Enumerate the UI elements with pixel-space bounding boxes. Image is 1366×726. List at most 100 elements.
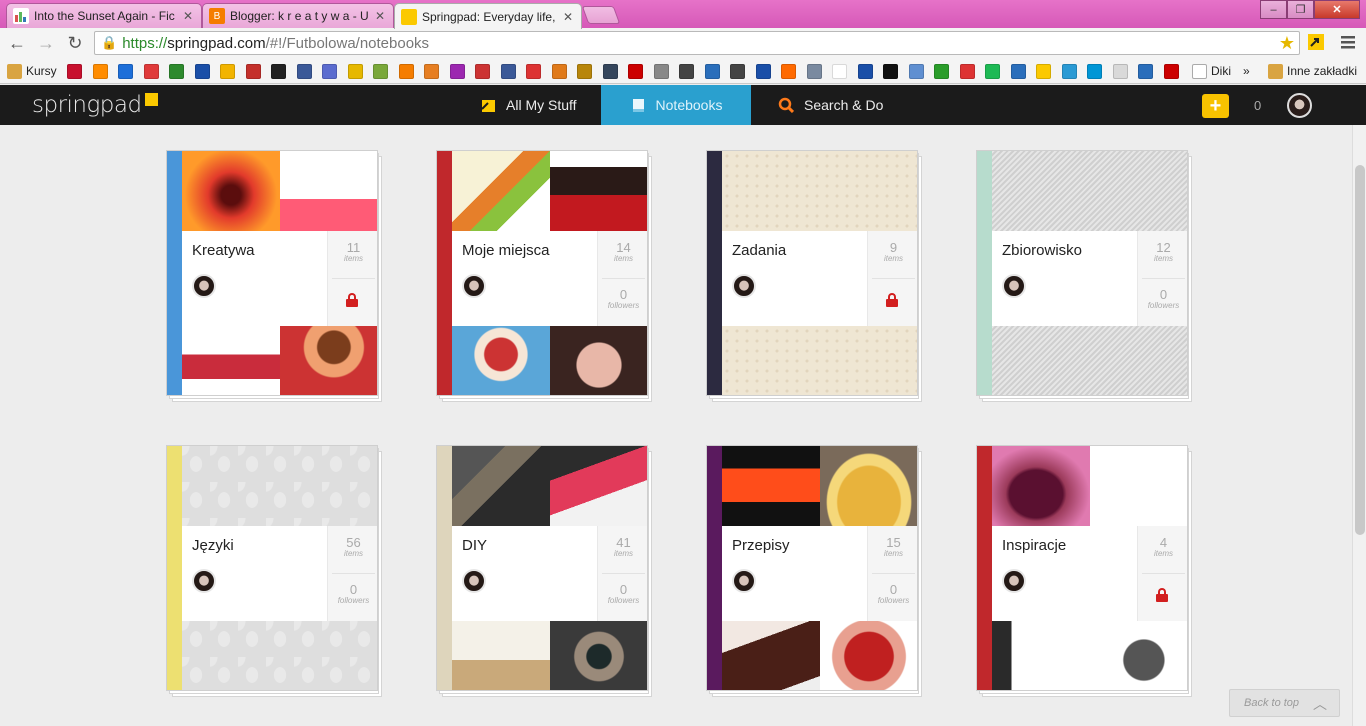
notebook-cover[interactable]: Języki 56 items 0 followers <box>166 445 378 691</box>
bookmark-favicon-icon[interactable] <box>526 63 545 79</box>
bookmark-favicon-icon[interactable] <box>322 63 341 79</box>
reload-icon[interactable]: ↻ <box>64 32 86 54</box>
bookmark-favicon-icon[interactable] <box>755 63 775 79</box>
bookmark-favicon-icon[interactable] <box>577 63 596 79</box>
bookmark-favicon-icon[interactable] <box>67 63 86 79</box>
bookmark-favicon-icon[interactable] <box>1010 63 1030 79</box>
bookmark-favicon-icon[interactable] <box>832 63 851 79</box>
bookmark-favicon-icon[interactable] <box>271 63 290 79</box>
notebook-title[interactable]: Inspiracje <box>1002 537 1066 554</box>
bookmark-favicon-icon[interactable] <box>857 63 877 79</box>
notebook-card[interactable]: DIY 41 items 0 followers <box>436 445 652 697</box>
notebook-cover[interactable]: Moje miejsca 14 items 0 followers <box>436 150 648 396</box>
bookmark-favicon-icon[interactable] <box>934 63 953 79</box>
bookmark-favicon-icon[interactable] <box>883 63 902 79</box>
notebook-card[interactable]: Zadania 9 items <box>706 150 922 402</box>
bookmark-favicon-icon[interactable] <box>653 63 673 79</box>
chrome-menu-icon[interactable] <box>1338 32 1358 52</box>
new-tab-button[interactable] <box>581 6 621 24</box>
bookmark-favicon-icon[interactable] <box>143 63 163 79</box>
bookmark-favicon-icon[interactable] <box>1112 63 1132 79</box>
springpad-logo[interactable]: springpad <box>32 92 158 118</box>
notebook-cover[interactable]: Przepisy 15 items 0 followers <box>706 445 918 691</box>
notebook-title[interactable]: Moje miejsca <box>462 242 550 259</box>
notebook-cover[interactable]: Zbiorowisko 12 items 0 followers <box>976 150 1188 396</box>
bookmark-favicon-icon[interactable] <box>424 63 443 79</box>
close-tab-icon[interactable]: ✕ <box>183 9 195 23</box>
notebook-title[interactable]: Zadania <box>732 242 786 259</box>
bookmark-favicon-icon[interactable] <box>245 63 265 79</box>
notebook-card[interactable]: Języki 56 items 0 followers <box>166 445 382 697</box>
bookmark-favicon-icon[interactable] <box>1061 63 1081 79</box>
bookmark-favicon-icon[interactable] <box>296 63 316 79</box>
bookmark-favicon-icon[interactable] <box>908 63 928 79</box>
bookmark-favicon-icon[interactable] <box>1138 63 1157 79</box>
bookmark-favicon-icon[interactable] <box>628 63 647 79</box>
bookmark-favicon-icon[interactable] <box>551 63 571 79</box>
notebook-cover[interactable]: Kreatywa 11 items <box>166 150 378 396</box>
notebook-card[interactable]: Moje miejsca 14 items 0 followers <box>436 150 652 402</box>
notebook-card[interactable]: Zbiorowisko 12 items 0 followers <box>976 150 1192 402</box>
bookmark-overflow-chevron[interactable]: » <box>1243 63 1250 79</box>
close-tab-icon[interactable]: ✕ <box>375 9 387 23</box>
page-scrollbar[interactable] <box>1352 125 1366 726</box>
bookmark-favicon-icon[interactable] <box>704 63 724 79</box>
back-to-top-button[interactable]: Back to top ︿ <box>1229 689 1340 717</box>
bookmark-favicon-icon[interactable] <box>602 63 622 79</box>
bookmark-favicon-icon[interactable] <box>1163 63 1183 79</box>
notebook-card[interactable]: Kreatywa 11 items <box>166 150 382 402</box>
owner-avatar[interactable] <box>732 274 756 298</box>
close-window-icon[interactable]: ✕ <box>1314 0 1360 19</box>
browser-tab-1[interactable]: Into the Sunset Again - Fic ✕ <box>6 3 202 28</box>
bookmark-star-icon[interactable]: ★ <box>1279 33 1295 54</box>
forward-arrow-icon[interactable]: → <box>35 32 57 54</box>
bookmark-favicon-icon[interactable] <box>781 63 800 79</box>
bookmark-favicon-icon[interactable] <box>220 63 239 79</box>
nav-all-my-stuff[interactable]: All My Stuff <box>480 85 577 125</box>
bookmark-favicon-icon[interactable] <box>169 63 188 79</box>
back-arrow-icon[interactable]: ← <box>6 32 28 54</box>
bookmark-favicon-icon[interactable] <box>806 63 826 79</box>
nav-notebooks[interactable]: Notebooks <box>601 85 751 132</box>
bookmark-favicon-icon[interactable] <box>1087 63 1106 79</box>
minimize-icon[interactable]: – <box>1260 0 1287 19</box>
bookmark-favicon-icon[interactable] <box>679 63 698 79</box>
owner-avatar[interactable] <box>1002 569 1026 593</box>
address-bar[interactable]: 🔒 https://springpad.com/#!/Futbolowa/not… <box>94 31 1300 55</box>
owner-avatar[interactable] <box>462 274 486 298</box>
notebook-title[interactable]: Zbiorowisko <box>1002 242 1082 259</box>
browser-tab-2[interactable]: B Blogger: k r e a t y w a - Ul ✕ <box>202 3 394 28</box>
bookmark-favicon-icon[interactable] <box>500 63 520 79</box>
owner-avatar[interactable] <box>732 569 756 593</box>
owner-avatar[interactable] <box>192 274 216 298</box>
bookmark-favicon-icon[interactable] <box>730 63 749 79</box>
bookmark-folder-kursy[interactable]: Kursy <box>7 63 57 79</box>
bookmark-favicon-icon[interactable] <box>118 63 137 79</box>
notebook-title[interactable]: Przepisy <box>732 537 790 554</box>
bookmark-favicon-icon[interactable] <box>475 63 494 79</box>
notebook-title[interactable]: Języki <box>192 537 234 554</box>
notebook-title[interactable]: DIY <box>462 537 487 554</box>
maximize-icon[interactable]: ❐ <box>1287 0 1314 19</box>
scroll-thumb[interactable] <box>1355 165 1365 535</box>
notebook-card[interactable]: Przepisy 15 items 0 followers <box>706 445 922 697</box>
close-tab-icon[interactable]: ✕ <box>563 10 575 24</box>
bookmark-favicon-icon[interactable] <box>92 63 112 79</box>
nav-search-do[interactable]: Search & Do <box>778 85 883 125</box>
bookmark-favicon-icon[interactable] <box>959 63 979 79</box>
owner-avatar[interactable] <box>1002 274 1026 298</box>
browser-tab-3-active[interactable]: Springpad: Everyday life, o ✕ <box>394 3 582 29</box>
bookmark-favicon-icon[interactable] <box>449 63 469 79</box>
add-button[interactable]: + <box>1202 94 1229 118</box>
notebook-cover[interactable]: DIY 41 items 0 followers <box>436 445 648 691</box>
notebook-card[interactable]: Inspiracje 4 items <box>976 445 1192 697</box>
bookmark-favicon-icon[interactable] <box>194 63 214 79</box>
bookmark-favicon-icon[interactable] <box>373 63 392 79</box>
user-avatar[interactable] <box>1287 93 1312 118</box>
bookmark-favicon-icon[interactable] <box>1036 63 1055 79</box>
notebook-title[interactable]: Kreatywa <box>192 242 255 259</box>
bookmark-favicon-icon[interactable] <box>985 63 1004 79</box>
notebook-cover[interactable]: Inspiracje 4 items <box>976 445 1188 691</box>
bookmark-diki[interactable]: Diki <box>1192 63 1231 79</box>
notebook-cover[interactable]: Zadania 9 items <box>706 150 918 396</box>
